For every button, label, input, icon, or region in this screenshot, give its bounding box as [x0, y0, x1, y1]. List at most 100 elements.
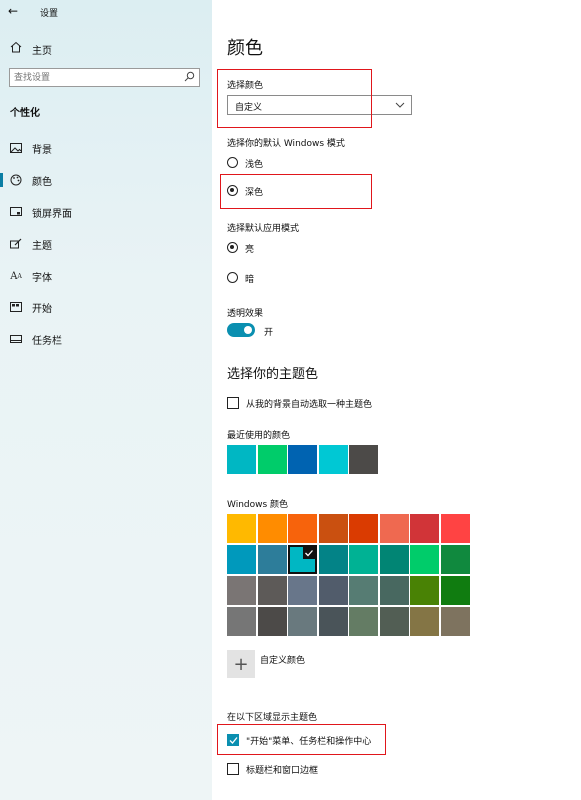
page-title: 颜色	[227, 38, 263, 59]
sidebar-item-label: 任务栏	[32, 336, 62, 347]
recent-color-swatch[interactable]	[257, 445, 287, 474]
show-accent-label: 在以下区域显示主题色	[227, 713, 318, 723]
windows-color-swatch[interactable]	[288, 576, 317, 605]
search-input[interactable]	[14, 70, 174, 85]
recent-colors-label: 最近使用的颜色	[227, 431, 291, 441]
windows-color-swatch[interactable]	[349, 576, 378, 605]
title-bars-checkbox[interactable]: 标题栏和窗口边框	[227, 762, 397, 776]
windows-color-swatch[interactable]	[227, 607, 256, 636]
sidebar-item-lock-screen[interactable]: 锁屏界面	[0, 197, 212, 227]
lock-screen-icon	[9, 205, 23, 219]
windows-color-swatch[interactable]	[227, 576, 256, 605]
recent-color-swatch[interactable]	[288, 445, 317, 474]
sidebar-item-label: 字体	[32, 273, 52, 284]
radio-label: 暗	[245, 275, 255, 285]
windows-color-swatch[interactable]	[257, 545, 287, 574]
sidebar-item-label: 背景	[32, 145, 52, 156]
windows-color-swatch[interactable]	[227, 545, 256, 574]
radio-app-light[interactable]: 亮	[227, 241, 307, 255]
back-button[interactable]: ←	[8, 4, 24, 18]
start-icon	[9, 300, 23, 314]
radio-label: 亮	[245, 245, 255, 255]
recent-color-swatch[interactable]	[227, 445, 256, 474]
recent-color-swatch[interactable]	[318, 445, 348, 474]
radio-circle	[227, 157, 238, 168]
home-label: 主页	[32, 46, 52, 57]
search-box[interactable]	[9, 68, 200, 87]
radio-circle	[227, 272, 238, 283]
sidebar-item-taskbar[interactable]: 任务栏	[0, 324, 212, 354]
windows-color-swatch[interactable]	[257, 514, 287, 543]
accent-heading: 选择你的主题色	[227, 367, 319, 382]
main-content: 颜色 选择颜色 自定义 选择你的默认 Windows 模式 浅色 深色 选择默认…	[212, 0, 581, 800]
sidebar-item-label: 锁屏界面	[32, 209, 72, 220]
sidebar-item-label: 颜色	[32, 177, 52, 188]
windows-color-swatch[interactable]	[349, 514, 378, 543]
checkbox-box	[227, 763, 239, 775]
windows-color-swatch[interactable]	[257, 607, 287, 636]
font-icon: AA	[10, 270, 22, 282]
windows-color-swatch[interactable]	[379, 576, 409, 605]
sidebar-item-label: 开始	[32, 304, 52, 315]
sidebar-item-background[interactable]: 背景	[0, 133, 212, 163]
windows-color-swatch[interactable]	[288, 514, 317, 543]
transparency-label: 透明效果	[227, 309, 264, 319]
windows-color-swatch[interactable]	[227, 514, 256, 543]
app-mode-label: 选择默认应用模式	[227, 224, 300, 234]
windows-color-swatch[interactable]	[379, 514, 409, 543]
windows-color-swatch[interactable]	[318, 545, 348, 574]
windows-color-swatch[interactable]	[257, 576, 287, 605]
sidebar-item-label: 主题	[32, 241, 52, 252]
windows-color-swatch[interactable]	[288, 607, 317, 636]
chevron-down-icon	[395, 101, 405, 112]
windows-color-swatch-selected[interactable]	[288, 545, 317, 574]
highlight-box-choose-color	[217, 69, 372, 128]
recent-colors-row	[227, 445, 379, 474]
windows-color-swatch[interactable]	[318, 514, 348, 543]
checkbox-label: 从我的背景自动选取一种主题色	[246, 400, 373, 410]
home-icon	[10, 41, 22, 56]
plus-icon: +	[227, 650, 255, 678]
custom-color-button[interactable]: + 自定义颜色	[227, 650, 377, 678]
radio-light-mode[interactable]: 浅色	[227, 156, 307, 170]
windows-color-swatch[interactable]	[318, 576, 348, 605]
windows-color-swatch[interactable]	[349, 545, 378, 574]
windows-colors-grid	[227, 514, 470, 636]
sidebar-item-fonts[interactable]: AA 字体	[0, 261, 212, 291]
toggle-knob	[244, 326, 252, 334]
windows-color-swatch[interactable]	[349, 607, 378, 636]
sidebar-item-themes[interactable]: 主题	[0, 229, 212, 259]
recent-color-swatch[interactable]	[349, 445, 378, 474]
windows-color-swatch[interactable]	[410, 514, 439, 543]
windows-color-swatch[interactable]	[410, 576, 439, 605]
auto-pick-checkbox[interactable]: 从我的背景自动选取一种主题色	[227, 396, 427, 410]
section-title: 个性化	[10, 108, 40, 119]
highlight-box-start-taskbar	[217, 724, 386, 755]
toggle-state-label: 开	[264, 328, 274, 338]
picture-icon	[9, 141, 23, 155]
windows-color-swatch[interactable]	[440, 576, 470, 605]
windows-color-swatch[interactable]	[440, 607, 470, 636]
sidebar: ← 设置 主页 个性化 背景 颜色 锁屏界面 主	[0, 0, 212, 800]
windows-colors-label: Windows 颜色	[227, 500, 289, 510]
windows-color-swatch[interactable]	[440, 514, 470, 543]
windows-color-swatch[interactable]	[379, 607, 409, 636]
windows-color-swatch[interactable]	[410, 545, 439, 574]
selection-indicator	[0, 173, 3, 187]
radio-app-dark[interactable]: 暗	[227, 271, 307, 285]
transparency-toggle[interactable]	[227, 323, 255, 337]
radio-label: 浅色	[245, 160, 264, 170]
windows-color-swatch[interactable]	[318, 607, 348, 636]
sidebar-item-start[interactable]: 开始	[0, 292, 212, 322]
palette-icon	[9, 173, 23, 187]
sidebar-item-colors[interactable]: 颜色	[0, 165, 212, 195]
window-title: 设置	[40, 9, 59, 19]
windows-color-swatch[interactable]	[440, 545, 470, 574]
windows-color-swatch[interactable]	[379, 545, 409, 574]
windows-color-swatch[interactable]	[410, 607, 439, 636]
home-nav-item[interactable]: 主页	[0, 36, 212, 60]
custom-color-label: 自定义颜色	[260, 656, 306, 666]
radio-circle-selected	[227, 242, 238, 253]
search-icon	[184, 71, 195, 85]
checkbox-label: 标题栏和窗口边框	[246, 766, 319, 776]
